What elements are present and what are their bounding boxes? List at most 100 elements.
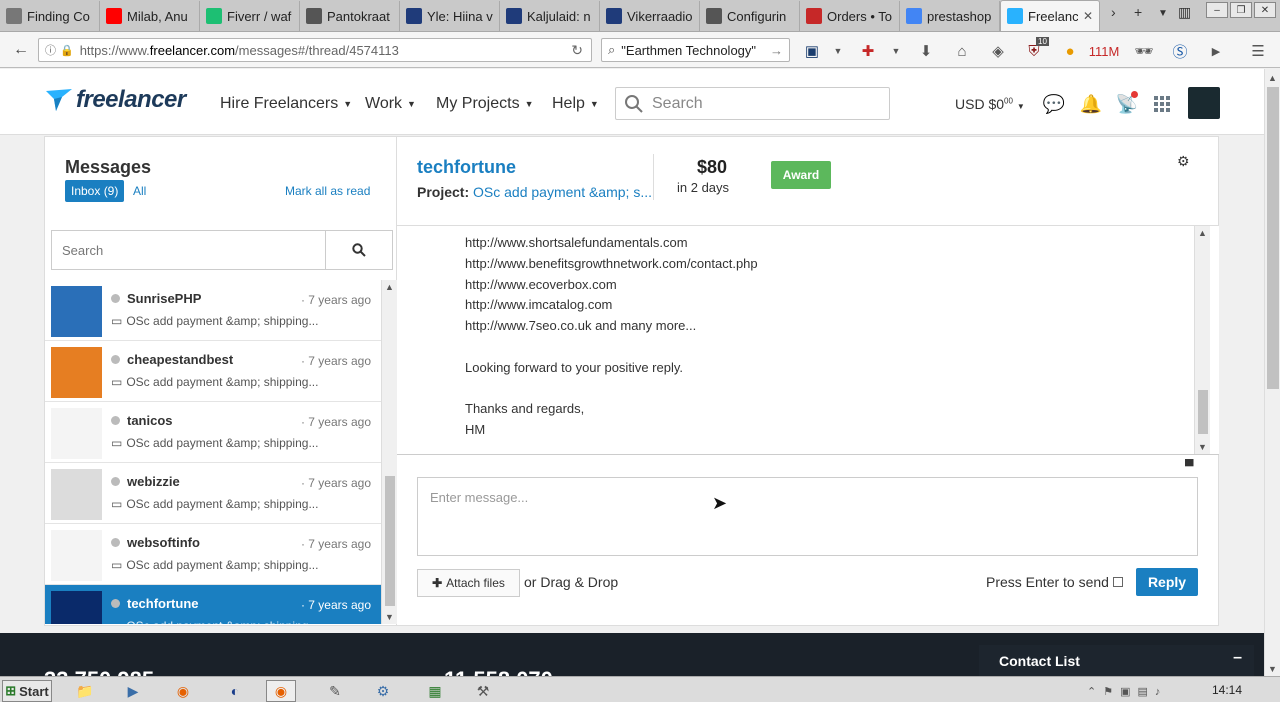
notifications-bell-icon[interactable]: 🔔 <box>1080 93 1102 115</box>
browser-tab[interactable]: Milab, Anu <box>100 1 200 31</box>
project-link[interactable]: OSc add payment &amp; s... <box>473 184 652 200</box>
attach-files-button[interactable]: ✚ Attach files <box>417 569 520 597</box>
close-tab-icon[interactable]: ✕ <box>1083 9 1093 23</box>
browser-tab[interactable]: Fiverr / waf <box>200 1 300 31</box>
browser-tab[interactable]: Pantokraat <box>300 1 400 31</box>
browser-tab[interactable]: prestashop <box>900 1 1000 31</box>
back-icon[interactable]: ← <box>8 37 34 63</box>
scroll-down-icon[interactable]: ▼ <box>385 612 394 622</box>
minimize-window-icon[interactable]: – <box>1206 2 1228 18</box>
close-window-icon[interactable]: ✕ <box>1254 2 1276 18</box>
nav-help[interactable]: Help ▼ <box>552 95 599 113</box>
chat-bubble-icon[interactable]: ▀ <box>1185 459 1194 473</box>
apps-grid-icon[interactable] <box>1151 93 1173 115</box>
reload-icon[interactable]: ↻ <box>571 42 583 59</box>
addon-red-cross-icon[interactable]: ✚ <box>858 41 878 61</box>
dropdown-icon[interactable]: ▼ <box>886 41 906 61</box>
thread-item[interactable]: SunrisePHP · 7 years ago ▭ OSc add payment … <box>45 280 381 341</box>
thread-item[interactable]: techfortune · 7 years ago ▭ OSc add payment… <box>45 585 381 624</box>
nav-hire-freelancers[interactable]: Hire Freelancers ▼ <box>220 95 352 113</box>
dropdown-icon[interactable]: ▼ <box>828 41 848 61</box>
scroll-down-icon[interactable]: ▼ <box>1198 442 1207 452</box>
thread-search-input[interactable]: Search <box>52 231 326 269</box>
notepad-icon[interactable]: ✎ <box>320 680 350 702</box>
memory-addon-icon[interactable]: ● <box>1060 41 1080 61</box>
nav-label: My Projects <box>436 95 520 112</box>
start-button[interactable]: ⊞ Start <box>2 680 52 702</box>
thread-list-scrollbar[interactable]: ▲ ▼ <box>381 280 397 624</box>
message-input[interactable]: Enter message... <box>417 477 1198 556</box>
new-tab-icon[interactable]: + <box>1134 4 1142 20</box>
press-enter-option[interactable]: Press Enter to send <box>986 574 1123 590</box>
settings-icon[interactable]: ⚙ <box>368 680 398 702</box>
scroll-up-icon[interactable]: ▲ <box>385 282 394 292</box>
browser-tab[interactable]: Freelanc ✕ <box>1000 0 1100 31</box>
page-scrollbar[interactable]: ▲ ▼ <box>1264 69 1280 676</box>
thread-search-button[interactable] <box>326 231 392 269</box>
thread-item[interactable]: webizzie · 7 years ago ▭ OSc add payment &a… <box>45 463 381 524</box>
site-search-input[interactable]: Search <box>615 87 890 120</box>
scroll-thumb[interactable] <box>1267 87 1279 389</box>
browser-tab[interactable]: Yle: Hiina v <box>400 1 500 31</box>
firefox-active-icon[interactable]: ◉ <box>266 680 296 702</box>
live-feed-icon[interactable]: 📡 <box>1116 91 1138 115</box>
skype-icon[interactable]: Ⓢ <box>1170 41 1190 61</box>
thunderbird-icon[interactable]: ◐ <box>220 680 250 702</box>
incognito-icon[interactable]: 🕶 <box>1134 41 1154 61</box>
scroll-thumb[interactable] <box>1198 390 1208 434</box>
scroll-down-icon[interactable]: ▼ <box>1268 664 1277 674</box>
scroll-up-icon[interactable]: ▲ <box>1198 228 1207 238</box>
browser-tab-label: Freelanc <box>1028 8 1078 24</box>
nav-my-projects[interactable]: My Projects ▼ <box>436 95 534 113</box>
browser-search-field[interactable]: ⌕ "Earthmen Technology" → <box>601 38 790 62</box>
download-icon[interactable]: ⬇ <box>916 41 936 61</box>
media-player-icon[interactable]: ▶ <box>118 680 148 702</box>
browser-tab[interactable]: Configurin <box>700 1 800 31</box>
thread-item[interactable]: tanicos · 7 years ago ▭ OSc add payment &am… <box>45 402 381 463</box>
browser-tab[interactable]: Kaljulaid: n <box>500 1 600 31</box>
thread-item[interactable]: websoftinfo · 7 years ago ▭ OSc add payment… <box>45 524 381 585</box>
file-manager-icon[interactable]: 📁 <box>70 680 100 702</box>
search-go-icon[interactable]: → <box>770 43 783 58</box>
all-filter-link[interactable]: All <box>133 184 146 198</box>
message-scrollbar[interactable]: ▲ ▼ <box>1194 226 1210 454</box>
browser-tab[interactable]: Finding Co <box>0 1 100 31</box>
gear-icon[interactable]: ⚙ <box>1177 153 1190 170</box>
home-icon[interactable]: ⌂ <box>952 41 972 61</box>
tabs-scroll-right-icon[interactable]: › <box>1111 4 1116 20</box>
list-tabs-icon[interactable]: ▼ <box>1158 8 1168 19</box>
thread-item[interactable]: cheapestandbest · 7 years ago ▭ OSc add pay… <box>45 341 381 402</box>
balance-dropdown[interactable]: USD $000 ▼ <box>955 96 1025 112</box>
minimize-icon[interactable]: – <box>1233 649 1242 667</box>
scroll-up-icon[interactable]: ▲ <box>1268 73 1277 83</box>
messages-title: Messages <box>65 157 152 177</box>
scroll-thumb[interactable] <box>385 476 395 606</box>
award-button[interactable]: Award <box>771 161 831 189</box>
url-bar[interactable]: ⓘ 🔒 https://www. freelancer.com/messages#… <box>38 38 592 62</box>
monitor-icon[interactable]: ▦ <box>420 680 450 702</box>
reply-button[interactable]: Reply <box>1136 568 1198 596</box>
pocket-icon[interactable]: ◈ <box>988 41 1008 61</box>
user-avatar[interactable] <box>1188 87 1220 119</box>
inbox-filter-button[interactable]: Inbox (9) <box>65 180 125 202</box>
freelancer-logo[interactable]: freelancer <box>44 85 186 115</box>
restore-window-icon[interactable]: ❐ <box>1230 2 1252 18</box>
youtube-addon-icon[interactable]: ▶ <box>1206 41 1226 61</box>
messages-icon[interactable]: 💬 <box>1043 93 1065 115</box>
conversation-user[interactable]: techfortune <box>417 157 516 178</box>
ublock-icon[interactable]: ⛨ 10 <box>1024 37 1049 61</box>
info-icon[interactable]: ⓘ <box>45 42 56 58</box>
thread-subject-text: OSc add payment &amp; shipping... <box>126 619 318 624</box>
browser-tab[interactable]: Orders • To <box>800 1 900 31</box>
press-enter-checkbox[interactable] <box>1112 577 1123 587</box>
browser-tab[interactable]: Vikerraadio <box>600 1 700 31</box>
contact-list-bar[interactable]: Contact List – <box>979 645 1254 676</box>
mark-all-read-link[interactable]: Mark all as read <box>285 184 370 198</box>
sidebar-icon[interactable]: ▥ <box>1178 4 1191 21</box>
firefox-icon[interactable]: ◉ <box>168 680 198 702</box>
network-icon[interactable]: ⚒ <box>468 680 498 702</box>
save-icon[interactable]: ▣ <box>802 41 822 61</box>
nav-work[interactable]: Work ▼ <box>365 95 416 113</box>
menu-icon[interactable]: ☰ <box>1248 41 1268 61</box>
grid-icon <box>1154 96 1170 112</box>
